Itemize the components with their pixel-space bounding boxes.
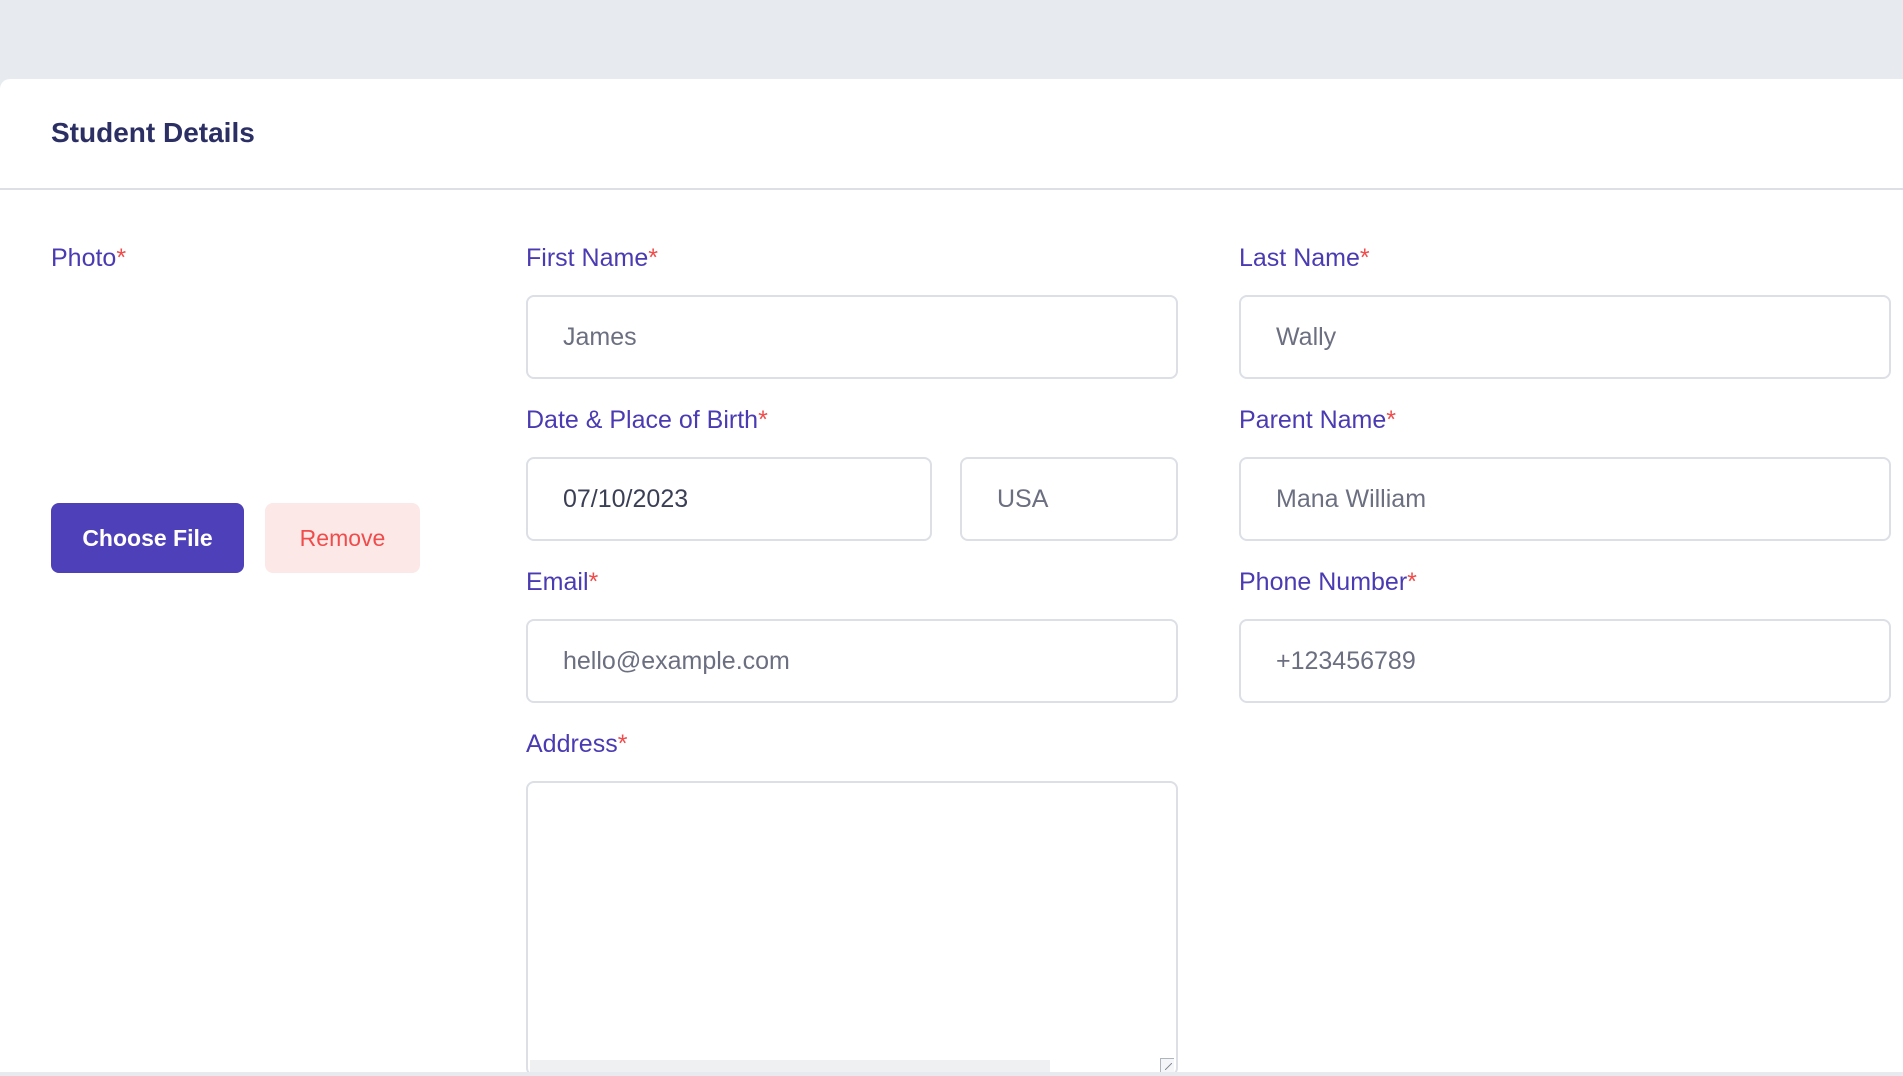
birth-date-value: 07/10/2023 bbox=[563, 484, 689, 513]
first-name-label-text: First Name bbox=[526, 244, 649, 272]
student-details-card: Student Details Photo* Choose File Remov… bbox=[0, 79, 1903, 1076]
address-required-mark: * bbox=[617, 730, 628, 758]
parent-name-placeholder: Mana William bbox=[1276, 484, 1427, 513]
parent-name-label: Parent Name* bbox=[1239, 406, 1396, 435]
birth-label: Date & Place of Birth* bbox=[526, 406, 768, 435]
birth-place-input[interactable]: USA bbox=[960, 457, 1178, 541]
parent-name-required-mark: * bbox=[1386, 406, 1397, 434]
remove-photo-button[interactable]: Remove bbox=[265, 503, 420, 573]
first-name-placeholder: James bbox=[563, 322, 637, 351]
parent-name-input[interactable]: Mana William bbox=[1239, 457, 1891, 541]
last-name-placeholder: Wally bbox=[1276, 322, 1337, 351]
birth-place-placeholder: USA bbox=[997, 484, 1049, 513]
phone-label-text: Phone Number bbox=[1239, 568, 1408, 596]
photo-label-text: Photo bbox=[51, 244, 117, 272]
email-label: Email* bbox=[526, 568, 598, 597]
card-title: Student Details bbox=[51, 117, 255, 148]
address-label: Address* bbox=[526, 730, 627, 759]
resize-handle-icon[interactable] bbox=[1160, 1058, 1174, 1072]
first-name-required-mark: * bbox=[648, 244, 658, 272]
last-name-label: Last Name* bbox=[1239, 244, 1370, 273]
email-label-text: Email bbox=[526, 568, 589, 596]
first-name-label: First Name* bbox=[526, 244, 658, 273]
card-header: Student Details bbox=[0, 79, 1903, 190]
page-bottom-edge bbox=[0, 1072, 1903, 1076]
last-name-required-mark: * bbox=[1359, 244, 1370, 272]
choose-file-button[interactable]: Choose File bbox=[51, 503, 244, 573]
parent-name-label-text: Parent Name bbox=[1239, 406, 1387, 434]
photo-required-mark: * bbox=[116, 244, 127, 272]
phone-required-mark: * bbox=[1407, 568, 1417, 596]
email-input[interactable]: hello@example.com bbox=[526, 619, 1178, 703]
address-textarea[interactable] bbox=[526, 781, 1178, 1076]
last-name-label-text: Last Name bbox=[1239, 244, 1360, 272]
phone-placeholder: +123456789 bbox=[1276, 646, 1416, 675]
birth-required-mark: * bbox=[758, 406, 768, 434]
email-placeholder: hello@example.com bbox=[563, 646, 790, 675]
address-label-text: Address bbox=[526, 730, 618, 758]
birth-label-text: Date & Place of Birth bbox=[526, 406, 759, 434]
birth-date-input[interactable]: 07/10/2023 bbox=[526, 457, 932, 541]
first-name-input[interactable]: James bbox=[526, 295, 1178, 379]
email-required-mark: * bbox=[588, 568, 599, 596]
photo-label: Photo* bbox=[51, 244, 126, 273]
last-name-input[interactable]: Wally bbox=[1239, 295, 1891, 379]
phone-input[interactable]: +123456789 bbox=[1239, 619, 1891, 703]
phone-label: Phone Number* bbox=[1239, 568, 1417, 597]
